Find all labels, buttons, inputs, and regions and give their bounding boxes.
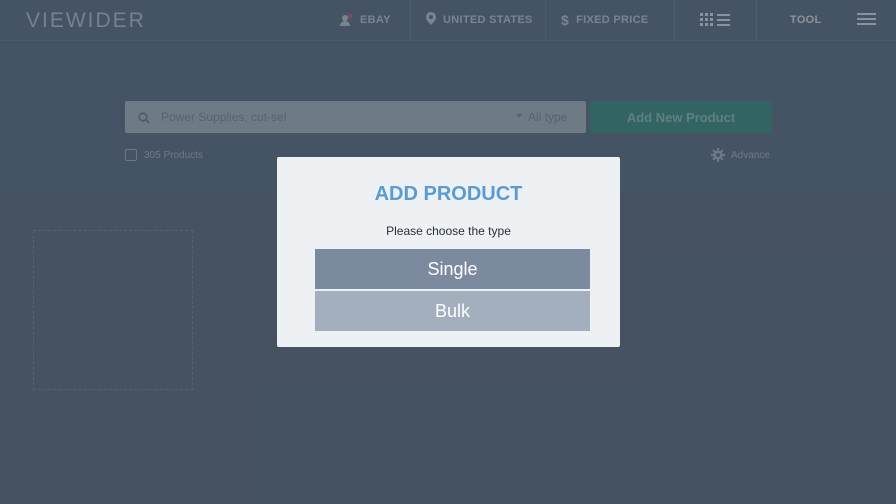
dialog-title: ADD PRODUCT bbox=[374, 183, 523, 205]
single-product-button[interactable]: Single bbox=[315, 249, 590, 289]
add-product-dialog: ADD PRODUCT Please choose the type Singl… bbox=[277, 157, 620, 347]
dialog-subtitle: Please choose the type bbox=[386, 224, 511, 238]
bulk-product-button[interactable]: Bulk bbox=[315, 291, 590, 331]
